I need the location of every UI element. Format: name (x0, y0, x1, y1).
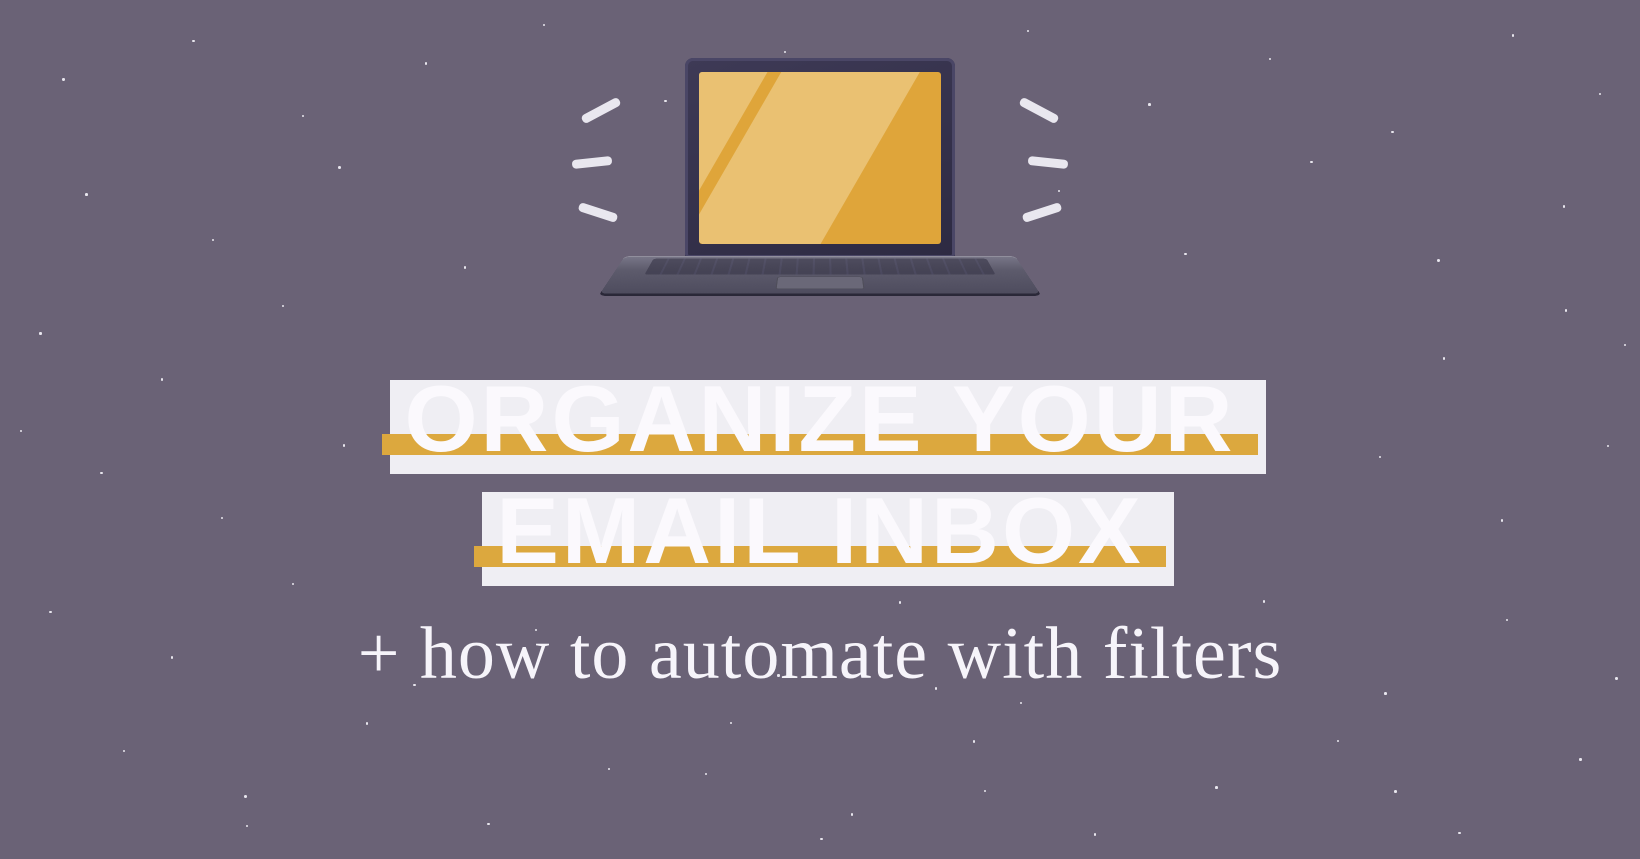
title-line-1: Organize Your (404, 372, 1235, 466)
title-block: Organize Your Email Inbox (382, 372, 1257, 578)
title-line-2-highlight: Email Inbox (474, 484, 1166, 578)
laptop-screen-glow (699, 72, 941, 244)
laptop-screen (685, 58, 955, 258)
burst-line-icon (572, 156, 613, 169)
burst-line-icon (578, 202, 619, 223)
laptop-illustration (560, 58, 1080, 368)
burst-line-icon (1022, 202, 1063, 223)
laptop-keyboard (644, 259, 995, 275)
laptop-trackpad (775, 277, 864, 290)
burst-line-icon (1018, 97, 1059, 125)
title-line-2: Email Inbox (496, 484, 1144, 578)
subtitle: + how to automate with filters (358, 612, 1283, 697)
burst-line-icon (580, 97, 621, 125)
laptop-icon (625, 58, 1015, 358)
title-line-1-highlight: Organize Your (382, 372, 1257, 466)
banner-content: Organize Your Email Inbox + how to autom… (0, 0, 1640, 859)
laptop-base (600, 256, 1040, 294)
burst-line-icon (1028, 156, 1069, 169)
